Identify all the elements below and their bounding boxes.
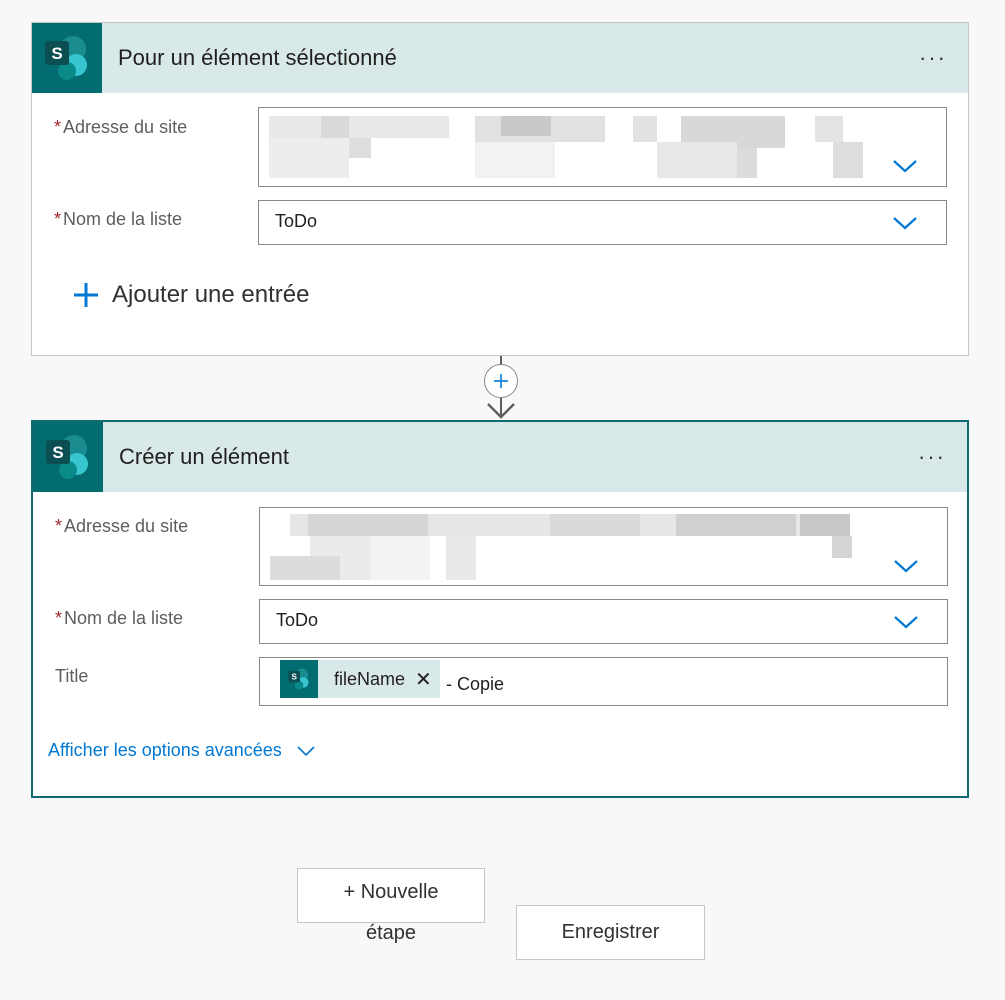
- sharepoint-icon: S: [32, 23, 102, 93]
- svg-text:S: S: [51, 44, 62, 63]
- action-more-button[interactable]: ···: [915, 440, 949, 474]
- show-advanced-options-link[interactable]: Afficher les options avancées: [48, 740, 316, 761]
- title-suffix-text: - Copie: [446, 674, 505, 694]
- save-button[interactable]: Enregistrer: [516, 905, 705, 960]
- new-step-label: + Nouvelle: [343, 881, 439, 903]
- trigger-site-input[interactable]: [258, 107, 947, 187]
- redacted-block: [737, 148, 757, 178]
- required-mark: *: [55, 516, 63, 536]
- chevron-down-icon[interactable]: [893, 558, 919, 574]
- redacted-block: [308, 514, 428, 536]
- trigger-card-header[interactable]: S Pour un élément sélectionné ···: [32, 23, 968, 93]
- action-title-label: Title: [55, 666, 89, 686]
- new-step-button[interactable]: + Nouvelle: [297, 868, 485, 923]
- svg-text:S: S: [52, 443, 63, 462]
- trigger-title: Pour un élément sélectionné: [118, 45, 397, 70]
- advanced-options-label: Afficher les options avancées: [48, 740, 282, 760]
- required-mark: *: [55, 608, 63, 628]
- redacted-block: [270, 556, 340, 580]
- save-label: Enregistrer: [561, 921, 660, 943]
- sharepoint-icon: S: [33, 422, 103, 492]
- chevron-down-icon[interactable]: [893, 614, 919, 630]
- insert-step-icon[interactable]: [484, 364, 518, 398]
- redacted-block: [269, 138, 349, 178]
- trigger-list-dropdown[interactable]: ToDo: [258, 200, 947, 245]
- trigger-list-value: ToDo: [275, 211, 318, 231]
- required-mark: *: [54, 117, 62, 137]
- redacted-block: [815, 116, 843, 142]
- action-card: S Créer un élément ··· * Adresse du site …: [31, 420, 969, 798]
- trigger-site-label: * Adresse du site: [54, 117, 188, 137]
- action-list-value: ToDo: [276, 610, 319, 630]
- redacted-block: [501, 116, 551, 136]
- add-entry-button[interactable]: Ajouter une entrée: [72, 281, 309, 309]
- redacted-block: [446, 536, 476, 580]
- chevron-down-icon[interactable]: [892, 215, 918, 231]
- title-input[interactable]: S fileName ✕ - Copie: [259, 657, 948, 706]
- chevron-down-icon[interactable]: [892, 158, 918, 174]
- svg-text:S: S: [292, 672, 298, 681]
- arrow-down-icon: [487, 398, 515, 419]
- required-mark: *: [54, 209, 62, 229]
- action-site-label: * Adresse du site: [55, 516, 189, 536]
- token-label: fileName: [334, 668, 406, 689]
- trigger-more-button[interactable]: ···: [916, 41, 950, 75]
- redacted-block: [633, 116, 657, 142]
- add-entry-label: Ajouter une entrée: [112, 281, 310, 308]
- action-site-input[interactable]: [259, 507, 948, 586]
- action-card-header[interactable]: S Créer un élément ···: [33, 422, 967, 492]
- plus-icon: [74, 283, 98, 307]
- redacted-block: [676, 514, 796, 536]
- action-list-label: * Nom de la liste: [55, 608, 184, 628]
- action-list-dropdown[interactable]: ToDo: [259, 599, 948, 644]
- redacted-block: [475, 142, 555, 178]
- redacted-block: [349, 138, 371, 158]
- new-step-label-overflow[interactable]: étape: [297, 922, 485, 945]
- action-title: Créer un élément: [119, 444, 289, 469]
- chevron-down-icon: [297, 745, 315, 756]
- redacted-block: [370, 536, 430, 580]
- sharepoint-icon: S: [280, 660, 318, 698]
- redacted-block: [269, 116, 449, 138]
- dynamic-content-token[interactable]: S fileName ✕: [280, 660, 440, 698]
- redacted-block: [833, 142, 863, 178]
- close-icon[interactable]: ✕: [415, 667, 432, 692]
- trigger-card: S Pour un élément sélectionné ··· * Adres…: [31, 22, 969, 356]
- redacted-block: [321, 116, 349, 138]
- redacted-block: [800, 514, 850, 536]
- redacted-block: [832, 536, 852, 558]
- trigger-list-label: * Nom de la liste: [54, 209, 183, 229]
- redacted-block: [550, 514, 640, 536]
- redacted-block: [657, 142, 737, 178]
